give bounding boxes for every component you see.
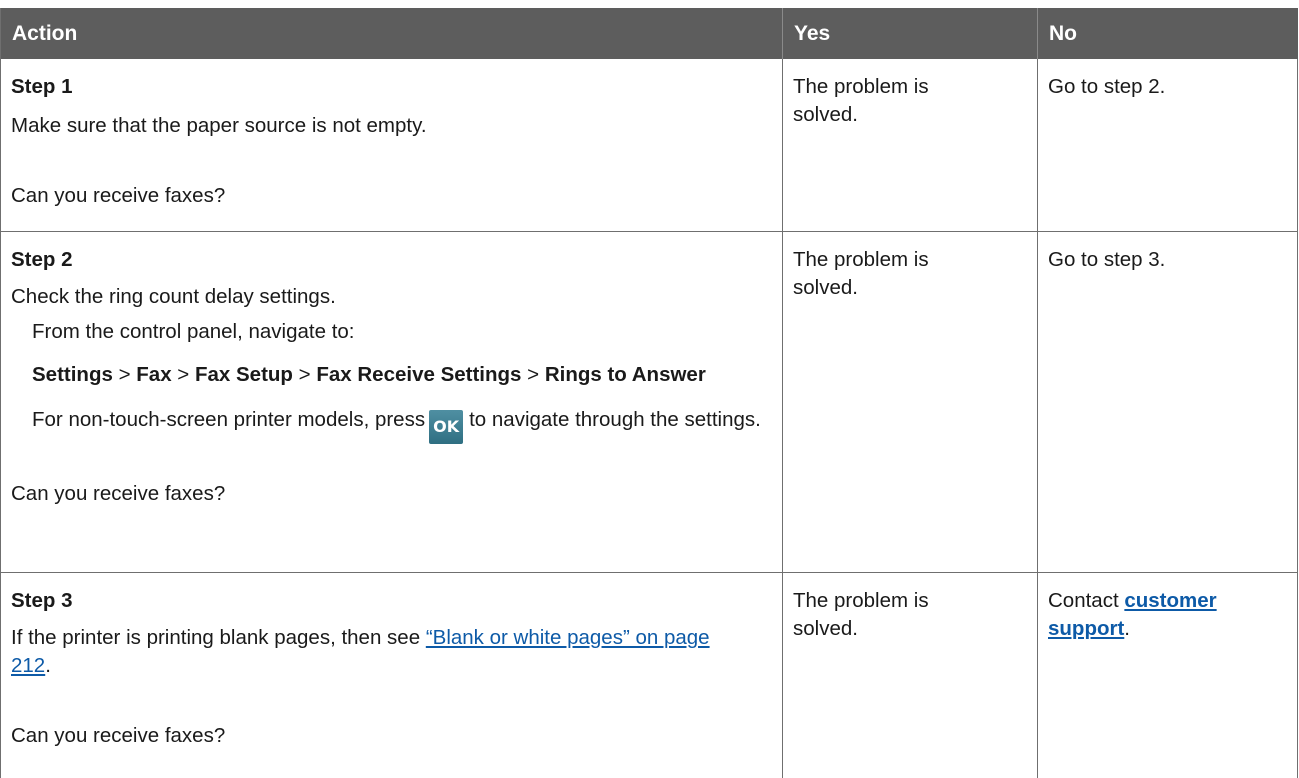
troubleshooting-table: Action Yes No Step 1 Make sure that the …	[0, 8, 1298, 778]
step3-no-before: Contact	[1048, 589, 1119, 612]
path-rings: Rings to Answer	[544, 363, 706, 386]
step1-action-cell: Step 1 Make sure that the paper source i…	[1, 59, 783, 231]
step3-question: Can you receive faxes?	[11, 724, 226, 747]
ok-key-icon: OK	[429, 410, 464, 444]
header-no: No	[1049, 22, 1077, 45]
path-fax-setup: Fax Setup	[194, 363, 293, 386]
path-fax-receive: Fax Receive Settings	[316, 363, 522, 386]
step3-action-cell: Step 3 If the printer is printing blank …	[1, 573, 783, 778]
step3-text-before: If the printer is printing blank pages, …	[11, 626, 421, 649]
step3-text: If the printer is printing blank pages, …	[11, 624, 751, 680]
header-action: Action	[1, 8, 783, 59]
step2-text: Check the ring count delay settings.	[11, 285, 336, 308]
step1-text: Make sure that the paper source is not e…	[11, 114, 427, 137]
step2-nav-intro: From the control panel, navigate to:	[32, 320, 355, 343]
step2-yes: The problem is solved.	[793, 248, 929, 299]
step2-note-after: to navigate through the settings.	[469, 408, 761, 431]
step3-yes-cell: The problem is solved.	[783, 573, 1038, 778]
step2-yes-cell: The problem is solved.	[783, 232, 1038, 572]
step1-yes: The problem is solved.	[793, 75, 929, 126]
step1-title: Step 1	[11, 75, 73, 98]
path-settings: Settings	[32, 363, 113, 386]
step3-no-after: .	[1124, 617, 1130, 640]
step2-no: Go to step 3.	[1048, 248, 1166, 271]
step1-no-cell: Go to step 2.	[1038, 59, 1298, 231]
step2-note: For non-touch-screen printer models, pre…	[11, 405, 772, 444]
step3-text-after: .	[45, 654, 51, 677]
table-row-step3: Step 3 If the printer is printing blank …	[1, 573, 1298, 778]
table-row-step2: Step 2 Check the ring count delay settin…	[1, 232, 1298, 573]
step1-yes-cell: The problem is solved.	[783, 59, 1038, 231]
step2-no-cell: Go to step 3.	[1038, 232, 1298, 572]
path-sep: >	[527, 363, 540, 386]
path-sep: >	[177, 363, 190, 386]
header-yes: Yes	[783, 8, 1038, 59]
step3-title: Step 3	[11, 589, 73, 612]
step3-no-cell: Contact customer support.	[1038, 573, 1298, 778]
step2-menu-path: Settings > Fax > Fax Setup > Fax Receive…	[11, 361, 772, 389]
step1-no: Go to step 2.	[1048, 75, 1166, 98]
step2-question: Can you receive faxes?	[11, 482, 226, 505]
step2-note-before: For non-touch-screen printer models, pre…	[32, 408, 426, 431]
step3-yes: The problem is solved.	[793, 589, 929, 640]
path-fax: Fax	[136, 363, 172, 386]
step2-action-cell: Step 2 Check the ring count delay settin…	[1, 232, 783, 572]
path-sep: >	[298, 363, 311, 386]
path-sep: >	[118, 363, 131, 386]
step1-question: Can you receive faxes?	[11, 184, 226, 207]
step2-title: Step 2	[11, 248, 73, 271]
table-row-step1: Step 1 Make sure that the paper source i…	[1, 59, 1298, 232]
table-header: Action Yes No	[1, 8, 1298, 59]
